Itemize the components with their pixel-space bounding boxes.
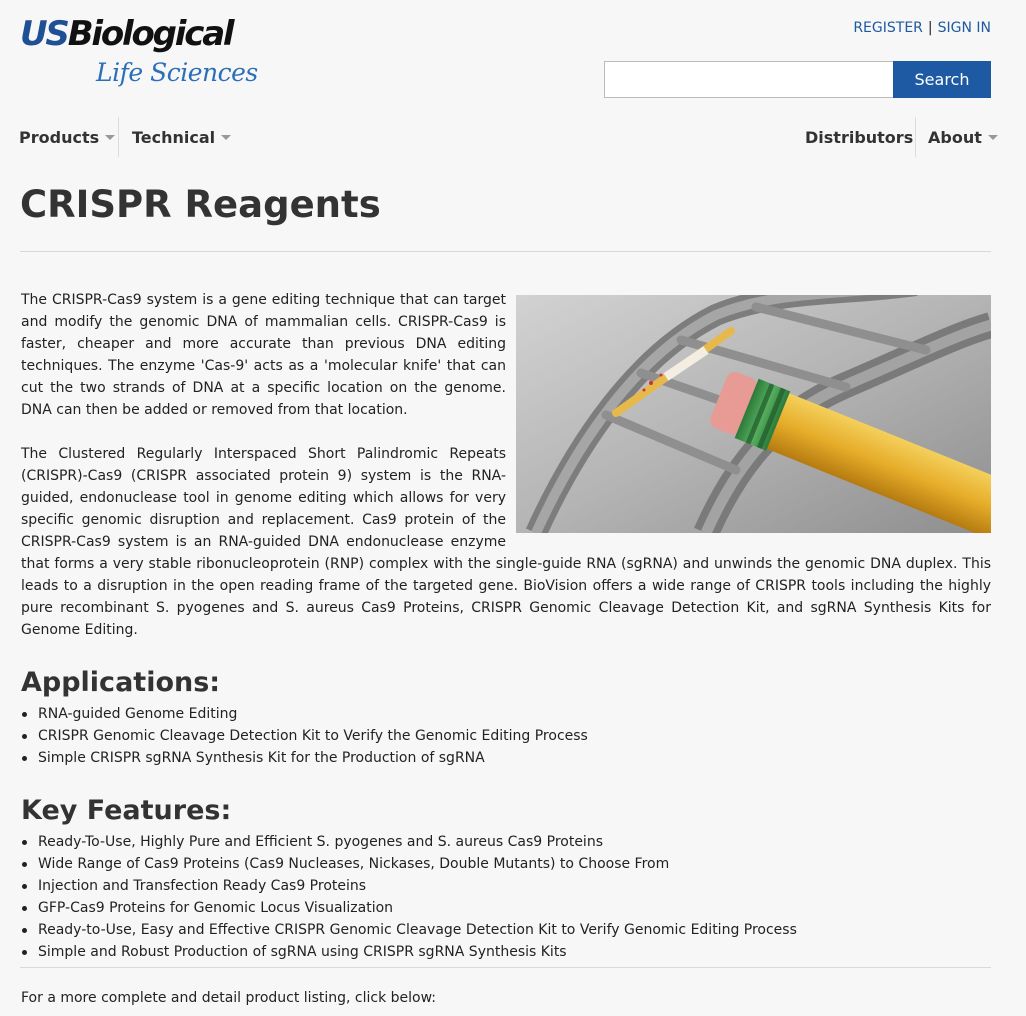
nav-distributors[interactable]: Distributors — [805, 117, 913, 157]
nav-technical[interactable]: Technical — [132, 117, 232, 157]
nav-technical-label: Technical — [132, 127, 216, 147]
list-item: Simple CRISPR sgRNA Synthesis Kit for th… — [21, 747, 991, 769]
register-link[interactable]: REGISTER — [853, 20, 923, 36]
logo-biological-text: Biological — [67, 14, 235, 54]
list-item: RNA-guided Genome Editing — [21, 703, 991, 725]
list-item: GFP-Cas9 Proteins for Genomic Locus Visu… — [21, 897, 991, 919]
auth-separator: | — [927, 20, 933, 36]
signin-link[interactable]: SIGN IN — [938, 20, 991, 36]
applications-heading: Applications: — [21, 667, 221, 698]
logo-subtitle: Life Sciences — [96, 58, 258, 87]
list-item: Ready-To-Use, Highly Pure and Efficient … — [21, 831, 991, 853]
title-divider — [20, 251, 991, 252]
logo-wordmark: USBiological — [20, 14, 245, 54]
nav-about-label: About — [928, 127, 982, 147]
chevron-down-icon — [221, 134, 232, 140]
main-content: The CRISPR-Cas9 system is a gene editing… — [21, 289, 991, 963]
nav-about[interactable]: About — [928, 117, 998, 157]
page-title: CRISPR Reagents — [20, 183, 381, 226]
nav-divider — [118, 117, 119, 157]
product-listing-text: For a more complete and detail product l… — [21, 990, 436, 1006]
list-item: Wide Range of Cas9 Proteins (Cas9 Nuclea… — [21, 853, 991, 875]
site-logo[interactable]: USBiological Life Sciences — [20, 14, 258, 98]
nav-products-label: Products — [19, 127, 100, 147]
search-button[interactable]: Search — [893, 61, 991, 98]
chevron-down-icon — [987, 134, 998, 140]
search-input[interactable] — [604, 61, 894, 98]
list-item: Injection and Transfection Ready Cas9 Pr… — [21, 875, 991, 897]
nav-distributors-label: Distributors — [805, 127, 914, 147]
list-item: CRISPR Genomic Cleavage Detection Kit to… — [21, 725, 991, 747]
nav-divider — [915, 117, 916, 157]
list-item: Ready-to-Use, Easy and Effective CRISPR … — [21, 919, 991, 941]
crispr-hero-image — [516, 295, 991, 533]
list-item: Simple and Robust Production of sgRNA us… — [21, 941, 991, 963]
key-features-heading: Key Features: — [21, 795, 232, 826]
section-divider — [20, 967, 991, 968]
applications-list: RNA-guided Genome Editing CRISPR Genomic… — [21, 703, 991, 769]
auth-links: REGISTER | SIGN IN — [853, 20, 991, 36]
chevron-down-icon — [105, 134, 116, 140]
nav-products[interactable]: Products — [19, 117, 116, 157]
dna-pencil-illustration — [516, 295, 991, 533]
logo-us-text: US — [20, 14, 70, 54]
features-list: Ready-To-Use, Highly Pure and Efficient … — [21, 831, 991, 963]
